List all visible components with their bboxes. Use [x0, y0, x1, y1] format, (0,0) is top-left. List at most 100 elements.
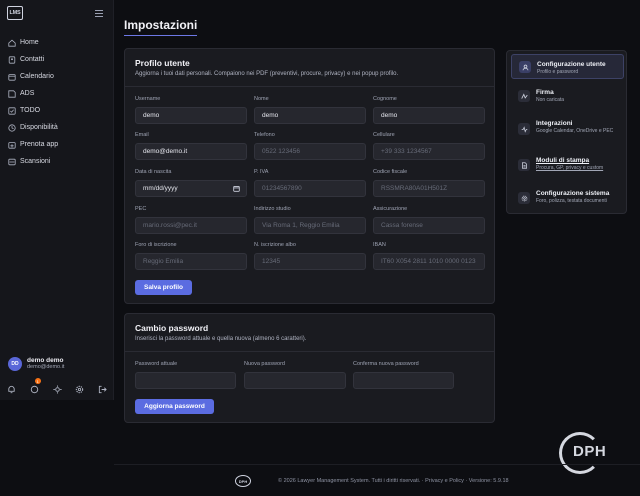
iban-input[interactable]: IT60 X054 2811 1010 0000 0123 — [373, 253, 485, 270]
sidebar-item-label: Scansioni — [20, 158, 51, 165]
telefono-label: Telefono — [254, 132, 275, 138]
settings-item-label: Integrazioni — [536, 120, 573, 127]
sidebar-actions: 1 — [7, 378, 107, 394]
menu-toggle-icon[interactable] — [95, 10, 103, 17]
albo-input[interactable]: 12345 — [254, 253, 366, 270]
pec-label: PEC — [135, 206, 147, 212]
profile-card: Profilo utente Aggiorna i tuoi dati pers… — [124, 48, 495, 304]
date-value: mm/dd/yyyy — [143, 185, 178, 192]
new-password-label: Nuova password — [244, 361, 285, 367]
availability-icon — [8, 123, 16, 132]
settings-gear-icon[interactable] — [75, 381, 84, 394]
indirizzo-label: Indirizzo studio — [254, 206, 291, 212]
calendar-picker-icon[interactable] — [233, 185, 240, 192]
codice-fiscale-input[interactable]: RSSMRA80A01H501Z — [373, 180, 485, 197]
date-of-birth-input[interactable]: mm/dd/yyyy — [135, 180, 247, 197]
footer-text: © 2026 Lawyer Management System. Tutti i… — [278, 478, 509, 484]
sidebar-item-prenota-app[interactable]: Prenota app — [0, 136, 114, 153]
nome-label: Nome — [254, 96, 269, 102]
pec-input[interactable]: mario.rossi@pec.it — [135, 217, 247, 234]
sidebar-item-ads[interactable]: ADS — [0, 85, 114, 102]
cellulare-input[interactable]: +39 333 1234567 — [373, 143, 485, 160]
home-icon — [8, 39, 16, 47]
logo-text: DPH — [573, 443, 607, 460]
sidebar-item-disponibilita[interactable]: Disponibilità — [0, 119, 114, 136]
data-nascita-label: Data di nascita — [135, 169, 172, 175]
profile-card-title: Profilo utente — [135, 58, 190, 68]
notifications-icon[interactable]: 1 — [30, 378, 41, 394]
settings-item-configurazione-sistema[interactable]: Configurazione sistema Foro, polizza, te… — [511, 186, 624, 210]
password-card: Cambio password Inserisci la password at… — [124, 313, 495, 423]
todo-icon — [8, 106, 16, 115]
sidebar-item-label: Prenota app — [20, 141, 59, 148]
theme-toggle-icon[interactable] — [52, 381, 62, 394]
user-icon — [519, 61, 531, 73]
piva-input[interactable]: 01234567890 — [254, 180, 366, 197]
settings-item-desc: Google Calendar, OneDrive e PEC — [536, 128, 614, 134]
settings-item-label: Configurazione sistema — [536, 190, 610, 197]
password-card-title: Cambio password — [135, 323, 209, 333]
settings-item-label: Configurazione utente — [537, 61, 606, 68]
settings-item-desc: Procura, GP, privacy e custom — [536, 165, 604, 171]
signature-icon — [518, 90, 530, 102]
sidebar: LMS Home Contatti Calendario ADS TODO Di… — [0, 0, 114, 400]
app-logo[interactable]: LMS — [7, 6, 23, 20]
logout-icon[interactable] — [98, 381, 107, 394]
new-password-input[interactable] — [244, 372, 346, 389]
settings-item-desc: Foro, polizza, testata documenti — [536, 198, 607, 204]
ads-icon — [8, 89, 16, 98]
sidebar-item-home[interactable]: Home — [0, 34, 114, 51]
settings-item-label: Moduli di stampa — [536, 157, 590, 164]
settings-item-configurazione-utente[interactable]: Configurazione utente Profilo e password — [511, 54, 624, 79]
username-label: Username — [135, 96, 161, 102]
assicurazione-input[interactable]: Cassa forense — [373, 217, 485, 234]
settings-item-integrazioni[interactable]: Integrazioni Google Calendar, OneDrive e… — [511, 115, 624, 143]
sidebar-nav: Home Contatti Calendario ADS TODO Dispon… — [0, 34, 114, 170]
divider — [125, 351, 494, 352]
scan-icon — [8, 158, 16, 166]
sidebar-item-label: Calendario — [20, 73, 54, 80]
contacts-icon — [8, 55, 16, 64]
avatar: DD — [8, 357, 22, 371]
confirm-password-input[interactable] — [353, 372, 454, 389]
codice-fiscale-label: Codice fiscale — [373, 169, 408, 175]
settings-menu: Configurazione utente Profilo e password… — [506, 50, 627, 214]
settings-item-moduli-stampa[interactable]: Moduli di stampa Procura, GP, privacy e … — [511, 153, 624, 177]
settings-item-firma[interactable]: Firma Non caricata — [511, 84, 624, 106]
telefono-input[interactable]: 0522 123456 — [254, 143, 366, 160]
assicurazione-label: Assicurazione — [373, 206, 408, 212]
email-label: Email — [135, 132, 149, 138]
confirm-password-label: Conferma nuova password — [353, 361, 419, 367]
nome-input[interactable]: demo — [254, 107, 366, 124]
sidebar-item-label: ADS — [20, 90, 35, 97]
user-profile[interactable]: DD demo demo demo@demo.it — [8, 357, 64, 371]
footer: DPH © 2026 Lawyer Management System. Tut… — [114, 464, 640, 496]
foro-label: Foro di iscrizione — [135, 242, 177, 248]
update-password-button[interactable]: Aggiorna password — [135, 399, 214, 414]
user-email: demo@demo.it — [27, 364, 65, 370]
sidebar-item-todo[interactable]: TODO — [0, 102, 114, 119]
notification-badge: 1 — [34, 378, 41, 384]
footer-logo: DPH — [235, 475, 251, 487]
sidebar-item-label: Disponibilità — [20, 124, 58, 131]
sidebar-item-calendario[interactable]: Calendario — [0, 68, 114, 85]
piva-label: P. IVA — [254, 169, 269, 175]
user-name: demo demo — [27, 357, 64, 364]
username-input[interactable]: demo — [135, 107, 247, 124]
bell-icon[interactable] — [7, 381, 16, 394]
page-title: Impostazioni — [124, 18, 198, 36]
email-field[interactable]: demo@demo.it — [135, 143, 247, 160]
indirizzo-input[interactable]: Via Roma 1, Reggio Emilia — [254, 217, 366, 234]
current-password-input[interactable] — [135, 372, 236, 389]
cognome-label: Cognome — [373, 96, 397, 102]
sidebar-item-contatti[interactable]: Contatti — [0, 51, 114, 68]
gear-icon — [518, 192, 530, 204]
save-profile-button[interactable]: Salva profilo — [135, 280, 192, 295]
iban-label: IBAN — [373, 242, 386, 248]
cognome-input[interactable]: demo — [373, 107, 485, 124]
calendar-icon — [8, 73, 16, 81]
settings-item-desc: Non caricata — [536, 97, 565, 103]
settings-item-desc: Profilo e password — [537, 69, 579, 75]
foro-input[interactable]: Reggio Emilia — [135, 253, 247, 270]
sidebar-item-scansioni[interactable]: Scansioni — [0, 153, 114, 170]
